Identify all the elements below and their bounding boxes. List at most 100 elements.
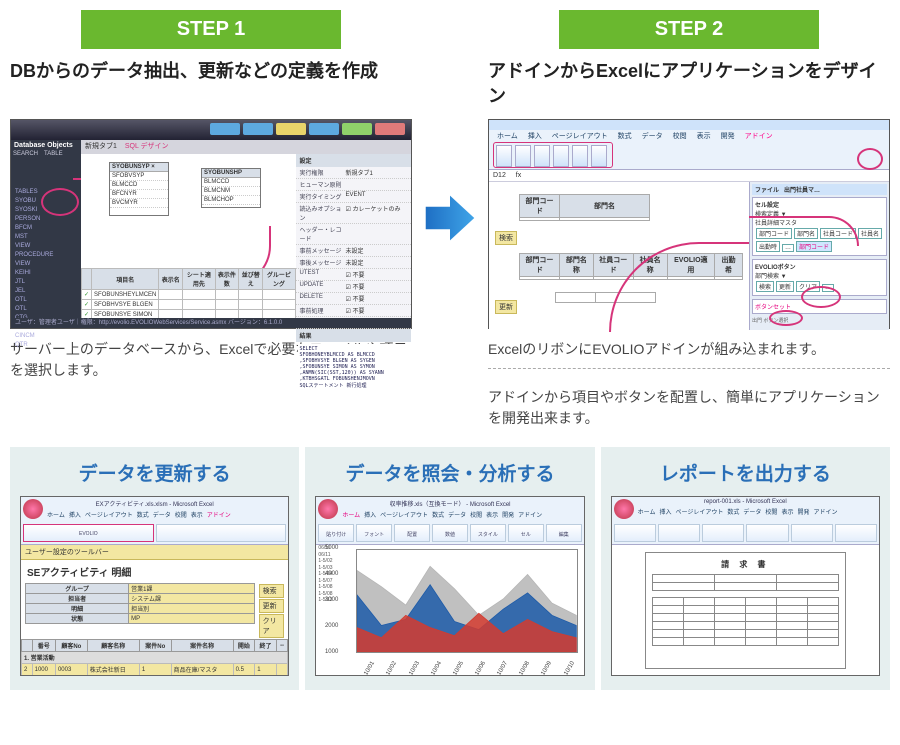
- ribbon-tab[interactable]: 挿入: [526, 130, 544, 142]
- ribbon-group[interactable]: 数値: [432, 524, 468, 542]
- ribbon-tab[interactable]: ホーム: [638, 507, 656, 516]
- ribbon-tab[interactable]: 挿入: [364, 510, 376, 519]
- grid-row[interactable]: SFOBHVSYE BLGEN: [82, 300, 296, 310]
- ribbon-tab[interactable]: 挿入: [69, 510, 81, 519]
- ribbon-tab[interactable]: 表示: [781, 507, 793, 516]
- tree-item[interactable]: PROCEDURE: [15, 251, 53, 260]
- ribbon-tab[interactable]: 開発: [797, 507, 809, 516]
- ribbon-tab[interactable]: 校閲: [175, 510, 187, 519]
- tree-item[interactable]: VIEW: [15, 260, 53, 269]
- ribbon-tab[interactable]: アドイン: [743, 130, 775, 142]
- ribbon-icon[interactable]: [515, 145, 531, 167]
- ribbon-icon[interactable]: [496, 145, 512, 167]
- ribbon-tab[interactable]: 開発: [502, 510, 514, 519]
- tree-item[interactable]: OTL: [15, 296, 53, 305]
- office-orb-icon[interactable]: [23, 499, 43, 519]
- ribbon-tab[interactable]: ホーム: [495, 130, 520, 142]
- ribbon-group[interactable]: 配置: [394, 524, 430, 542]
- prop-row[interactable]: UTEST☑ 不要: [296, 269, 412, 281]
- db-table-box[interactable]: SYOBUNSHP BLMCCD BLMCNM BLMCHOP: [201, 168, 261, 208]
- tree-item[interactable]: KEIHI: [15, 269, 53, 278]
- pane-button-item[interactable]: 更新: [776, 281, 794, 292]
- sheet-body[interactable]: ユーザー設定のツールバー SEアクティビティ 明細 グループ営業1課担当者システ…: [21, 545, 288, 675]
- clear-button[interactable]: クリア: [259, 614, 285, 638]
- db-objects-sidebar[interactable]: Database Objects SEARCH TABLE TABLESSYOB…: [11, 140, 81, 328]
- ribbon-icon[interactable]: [553, 145, 569, 167]
- ribbon-tab[interactable]: 校閲: [671, 130, 689, 142]
- ribbon-tab[interactable]: ページレイアウト: [550, 130, 610, 142]
- ribbon-tab[interactable]: ページレイアウト: [380, 510, 428, 519]
- ribbon-tab[interactable]: 数式: [137, 510, 149, 519]
- ribbon-tab[interactable]: ページレイアウト: [676, 507, 724, 516]
- dropdown[interactable]: 部門検索 ▼: [755, 271, 884, 280]
- ribbon-tab[interactable]: アドイン: [518, 510, 542, 519]
- prop-row[interactable]: 読込みオプション☑ カレーケットのみ: [296, 203, 412, 224]
- tab-sql[interactable]: SQL デザイン: [119, 140, 175, 154]
- tbl-col[interactable]: SFOBVSYP: [110, 172, 168, 181]
- db-table-box[interactable]: SYOBUNSYP × SFOBVSYP BLMCCD BFCNYR BVCMY…: [109, 162, 169, 216]
- prop-row[interactable]: 実行権限新規タブ1: [296, 167, 412, 179]
- tree-item[interactable]: JTL: [15, 278, 53, 287]
- ribbon-icon[interactable]: [572, 145, 588, 167]
- prop-row[interactable]: ヒューマン原則: [296, 179, 412, 191]
- search-button[interactable]: 検索: [495, 231, 517, 245]
- ribbon-tab[interactable]: データ: [153, 510, 171, 519]
- ribbon-icon[interactable]: [591, 145, 607, 167]
- ribbon-group[interactable]: フォント: [356, 524, 392, 542]
- toolbar-btn[interactable]: [309, 123, 339, 135]
- properties-pane[interactable]: 設定 実行権限新規タブ1ヒューマン原則実行タイミングEVENT読込みオプション☑…: [296, 154, 412, 328]
- ribbon-tab[interactable]: アドイン: [813, 507, 837, 516]
- update-button[interactable]: 更新: [259, 599, 285, 613]
- tree-item[interactable]: CINCM: [15, 332, 53, 341]
- excel-ribbon[interactable]: ホーム挿入ページレイアウト数式データ校閲表示開発アドイン: [489, 130, 889, 170]
- ribbon-tab[interactable]: 校閲: [470, 510, 482, 519]
- ribbon-tab[interactable]: 表示: [191, 510, 203, 519]
- toolbar-btn[interactable]: [210, 123, 240, 135]
- prop-row[interactable]: DELETE☑ 不要: [296, 293, 412, 305]
- ribbon-group[interactable]: [156, 524, 287, 542]
- tbl-col[interactable]: BFCNYR: [110, 190, 168, 199]
- update-button[interactable]: 更新: [495, 300, 517, 314]
- pane-button-item[interactable]: 検索: [756, 281, 774, 292]
- ribbon-tab[interactable]: 表示: [695, 130, 713, 142]
- formula-bar[interactable]: D12 fx: [489, 170, 889, 182]
- tree-item[interactable]: MST: [15, 233, 53, 242]
- ribbon-tab[interactable]: アドイン: [207, 510, 231, 519]
- sheet-body[interactable]: 請 求 書: [612, 545, 879, 675]
- ribbon-tab[interactable]: 挿入: [659, 507, 671, 516]
- ribbon-group[interactable]: 貼り付け: [318, 524, 354, 542]
- ribbon-group[interactable]: スタイル: [470, 524, 506, 542]
- worksheet[interactable]: 部門コード部門名 検索 部門コード部門名称社員コード社員名称EVOLIO適用出勤…: [489, 182, 749, 330]
- prop-row[interactable]: 事後メッセージ未設定: [296, 257, 412, 269]
- ribbon-tab[interactable]: データ: [743, 507, 761, 516]
- ribbon-tab[interactable]: ホーム: [342, 510, 360, 519]
- addin-group[interactable]: EVOLIO: [23, 524, 154, 542]
- ribbon-tab[interactable]: 数式: [727, 507, 739, 516]
- prop-row[interactable]: ヘッダー・レコード: [296, 224, 412, 245]
- search-button[interactable]: 検索: [259, 584, 285, 598]
- tab-label[interactable]: 新規タブ1: [85, 143, 119, 150]
- grid-row[interactable]: SFOBUNSHEYLMCEN: [82, 290, 296, 300]
- toolbar-btn[interactable]: [276, 123, 306, 135]
- tree-item[interactable]: JEL: [15, 287, 53, 296]
- toolbar-btn[interactable]: [243, 123, 273, 135]
- ribbon-tab[interactable]: ホーム: [47, 510, 65, 519]
- tbl-col[interactable]: BLMCNM: [202, 187, 260, 196]
- prop-row[interactable]: 事前処理☑ 不要: [296, 305, 412, 317]
- tree-item[interactable]: BFCM: [15, 224, 53, 233]
- ribbon-group[interactable]: 編集: [546, 524, 582, 542]
- tbl-col[interactable]: BLMCCD: [110, 181, 168, 190]
- prop-row[interactable]: 事前メッセージ未設定: [296, 245, 412, 257]
- header-input-table[interactable]: 部門コード部門名: [519, 194, 650, 221]
- ribbon-group[interactable]: セル: [508, 524, 544, 542]
- ribbon-tab[interactable]: 数式: [616, 130, 634, 142]
- addin-task-pane[interactable]: ファイル 出門社員マ… セル設定 検索定義 ▼ 社員詳細マスタ 部門コード部門名…: [749, 182, 889, 330]
- ribbon-icon[interactable]: [534, 145, 550, 167]
- tbl-col[interactable]: BVCMYR: [110, 199, 168, 208]
- tbl-col[interactable]: BLMCCD: [202, 178, 260, 187]
- design-canvas[interactable]: SYOBUNSYP × SFOBVSYP BLMCCD BFCNYR BVCMY…: [81, 154, 296, 274]
- office-orb-icon[interactable]: [614, 499, 634, 519]
- tbl-col[interactable]: BLMCHOP: [202, 196, 260, 205]
- ribbon-tab[interactable]: データ: [640, 130, 665, 142]
- tree-item[interactable]: OTL: [15, 305, 53, 314]
